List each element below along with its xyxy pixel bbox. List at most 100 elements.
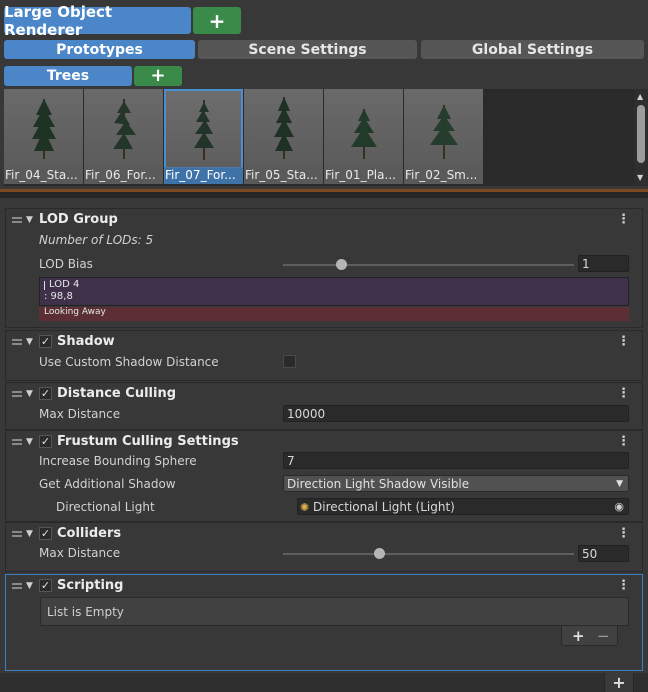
bounding-sphere-label: Increase Bounding Sphere: [39, 454, 197, 468]
drag-handle-icon[interactable]: [12, 339, 22, 345]
empty-list-label: List is Empty: [47, 605, 124, 619]
prototype-tile-selected[interactable]: Fir_07_For...: [164, 89, 243, 184]
distance-culling-panel: ▼ ✓ Distance Culling ⋮ Max Distance 1000…: [5, 382, 643, 430]
tab-scene-settings[interactable]: Scene Settings: [198, 40, 417, 59]
additional-shadow-dropdown[interactable]: Direction Light Shadow Visible ▼: [283, 475, 629, 492]
footer-add-label: +: [612, 673, 626, 692]
scroll-up-icon[interactable]: ▲: [637, 92, 643, 101]
collider-distance-field[interactable]: 50: [578, 545, 629, 562]
panel-title: Colliders: [57, 526, 122, 541]
lod-marker: [44, 281, 45, 290]
drag-handle-icon[interactable]: [12, 217, 22, 223]
lod-count-label: Number of LODs: 5: [39, 233, 154, 247]
grid-scrollbar[interactable]: ▲ ▼: [634, 89, 648, 186]
scripting-panel: ▼ ✓ Scripting ⋮ List is Empty + −: [5, 574, 643, 671]
max-distance-field[interactable]: 10000: [283, 405, 629, 422]
drag-handle-icon[interactable]: [12, 583, 22, 589]
tree-thumbnail: [164, 89, 243, 167]
foldout-arrow-icon[interactable]: ▼: [26, 581, 33, 591]
foldout-arrow-icon[interactable]: ▼: [26, 337, 33, 347]
footer-add-button[interactable]: +: [604, 673, 634, 692]
prototype-label: Fir_02_Sm...: [405, 168, 478, 182]
title-button[interactable]: Large Object Renderer: [4, 3, 191, 39]
tab-prototypes[interactable]: Prototypes: [4, 40, 195, 59]
script-list: List is Empty: [40, 597, 629, 626]
kebab-menu-icon[interactable]: ⋮: [617, 526, 630, 541]
prototype-tile[interactable]: Fir_01_Pla...: [324, 89, 403, 184]
foldout-arrow-icon[interactable]: ▼: [26, 389, 33, 399]
max-distance-label: Max Distance: [39, 407, 121, 421]
panel-title: Shadow: [57, 334, 115, 349]
add-category-button[interactable]: +: [134, 66, 182, 86]
foldout-arrow-icon[interactable]: ▼: [26, 215, 33, 225]
frustum-culling-panel: ▼ ✓ Frustum Culling Settings ⋮ Increase …: [5, 430, 643, 522]
kebab-menu-icon[interactable]: ⋮: [617, 578, 630, 593]
custom-shadow-distance-label: Use Custom Shadow Distance: [39, 355, 219, 369]
collider-distance-slider-knob[interactable]: [373, 548, 385, 559]
prototype-tile[interactable]: Fir_02_Sm...: [404, 89, 483, 184]
panel-title: LOD Group: [39, 212, 118, 227]
dropdown-value: Direction Light Shadow Visible: [287, 477, 470, 491]
enable-checkbox[interactable]: ✓: [39, 527, 52, 540]
lod-percent-label: : 98,8: [44, 291, 73, 302]
scroll-thumb[interactable]: [637, 105, 645, 163]
directional-light-value: Directional Light (Light): [313, 500, 455, 514]
lod-bias-slider-knob[interactable]: [335, 259, 347, 270]
enable-checkbox[interactable]: ✓: [39, 579, 52, 592]
enable-checkbox[interactable]: ✓: [39, 335, 52, 348]
object-picker-icon[interactable]: ◉: [614, 499, 624, 515]
prototype-tile[interactable]: Fir_04_Sta...: [4, 89, 83, 184]
lod-level-label: LOD 4: [49, 279, 80, 290]
shadow-panel: ▼ ✓ Shadow ⋮ Use Custom Shadow Distance: [5, 330, 643, 381]
tree-thumbnail: [4, 89, 83, 167]
lod-group-panel: ▼ LOD Group ⋮ Number of LODs: 5 LOD Bias…: [5, 208, 643, 328]
foldout-arrow-icon[interactable]: ▼: [26, 437, 33, 447]
tree-thumbnail: [404, 89, 483, 167]
category-trees-button[interactable]: Trees: [4, 66, 132, 86]
kebab-menu-icon[interactable]: ⋮: [617, 386, 630, 401]
directional-light-label: Directional Light: [56, 500, 155, 514]
tree-thumbnail: [324, 89, 403, 167]
chevron-down-icon: ▼: [616, 479, 623, 489]
foldout-arrow-icon[interactable]: ▼: [26, 529, 33, 539]
tree-thumbnail: [244, 89, 323, 167]
lod-bias-slider-track[interactable]: [283, 264, 574, 266]
panel-title: Frustum Culling Settings: [57, 434, 239, 449]
scroll-down-icon[interactable]: ▼: [637, 173, 643, 182]
prototype-label: Fir_01_Pla...: [325, 168, 396, 182]
additional-shadow-label: Get Additional Shadow: [39, 477, 176, 491]
remove-script-button[interactable]: −: [597, 627, 610, 645]
drag-handle-icon[interactable]: [12, 439, 22, 445]
lod-bar[interactable]: LOD 4 : 98,8: [39, 277, 629, 306]
looking-away-bar[interactable]: Looking Away: [39, 307, 629, 321]
prototype-grid: Fir_04_Sta... Fir_06_For... Fir_07_For..…: [4, 89, 634, 186]
directional-light-field[interactable]: ✺ Directional Light (Light) ◉: [297, 498, 629, 515]
collider-distance-slider-track[interactable]: [283, 553, 574, 555]
enable-checkbox[interactable]: ✓: [39, 435, 52, 448]
section-divider[interactable]: [0, 189, 648, 198]
kebab-menu-icon[interactable]: ⋮: [617, 334, 630, 349]
lod-bias-label: LOD Bias: [39, 257, 93, 271]
kebab-menu-icon[interactable]: ⋮: [617, 212, 630, 227]
light-icon: ✺: [300, 501, 310, 514]
custom-shadow-distance-toggle[interactable]: [283, 355, 296, 368]
drag-handle-icon[interactable]: [12, 531, 22, 537]
add-script-button[interactable]: +: [572, 627, 585, 645]
panel-title: Scripting: [57, 578, 124, 593]
lod-bias-field[interactable]: 1: [578, 255, 629, 272]
add-object-button[interactable]: +: [193, 7, 241, 34]
colliders-panel: ▼ ✓ Colliders ⋮ Max Distance 50: [5, 522, 643, 572]
prototype-label: Fir_07_For...: [165, 168, 243, 184]
bounding-sphere-field[interactable]: 7: [283, 452, 629, 469]
max-distance-label: Max Distance: [39, 546, 121, 560]
kebab-menu-icon[interactable]: ⋮: [617, 434, 630, 449]
prototype-tile[interactable]: Fir_05_Sta...: [244, 89, 323, 184]
list-footer: + −: [561, 626, 618, 646]
looking-away-label: Looking Away: [44, 307, 106, 317]
prototype-tile[interactable]: Fir_06_For...: [84, 89, 163, 184]
tree-thumbnail: [84, 89, 163, 167]
footer-bar: +: [0, 673, 648, 692]
drag-handle-icon[interactable]: [12, 391, 22, 397]
enable-checkbox[interactable]: ✓: [39, 387, 52, 400]
tab-global-settings[interactable]: Global Settings: [421, 40, 644, 59]
